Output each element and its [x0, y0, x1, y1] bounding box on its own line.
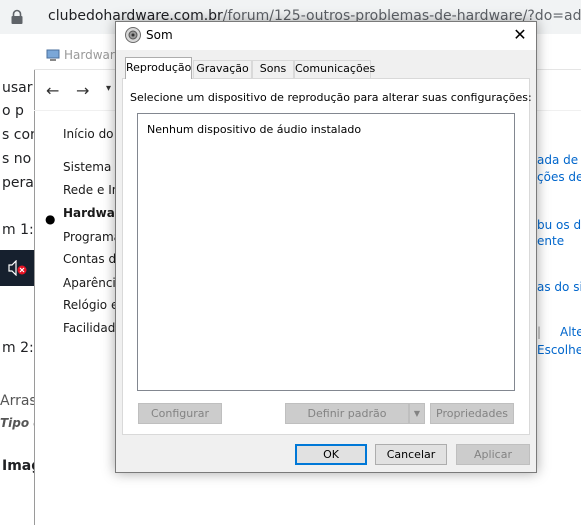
instruction-text: Selecione um dispositivo de reprodução p… [130, 91, 532, 104]
cp-link-fragment[interactable]: bu os dis [537, 218, 581, 232]
cp-nav-ease[interactable]: Facilidade [63, 321, 123, 335]
control-panel-title: Hardware [64, 48, 122, 62]
properties-button[interactable]: Propriedades [430, 403, 514, 424]
chevron-down-icon[interactable]: ▼ [409, 403, 425, 424]
speaker-icon [125, 27, 141, 43]
set-default-button[interactable]: Definir padrão [285, 403, 409, 424]
cancel-button[interactable]: Cancelar [375, 444, 447, 465]
speaker-muted-icon [8, 260, 27, 276]
close-icon[interactable]: ✕ [508, 24, 532, 46]
lock-icon [11, 9, 23, 24]
apply-button[interactable]: Aplicar [456, 444, 530, 465]
page-link-fragment[interactable]: p [15, 103, 24, 119]
separator: | [537, 325, 542, 339]
tab-playback[interactable]: Reprodução [125, 57, 192, 79]
page-text-fragment: m 1: [2, 222, 34, 238]
cp-link-fragment[interactable]: ada de in [537, 153, 581, 167]
device-list[interactable] [137, 113, 515, 391]
dialog-title: Som [146, 28, 173, 42]
tab-recording[interactable]: Gravação [193, 60, 252, 78]
forward-arrow-icon[interactable]: → [76, 81, 89, 100]
dialog-titlebar[interactable] [116, 22, 536, 50]
cp-link-fragment[interactable]: as do sist [537, 280, 581, 294]
tab-communications[interactable]: Comunicações [294, 60, 375, 78]
page-text-fragment: o p [2, 103, 24, 119]
tab-sounds[interactable]: Sons [252, 60, 294, 78]
active-bullet-icon: ● [45, 212, 56, 226]
cp-link-fragment[interactable]: Alte [560, 325, 581, 339]
hardware-icon [46, 49, 60, 61]
cp-link-fragment[interactable]: ções de in [537, 170, 581, 184]
page-text-fragment: m 2: [2, 340, 34, 356]
page-text-fragment: usar [2, 80, 33, 96]
cp-nav-clock[interactable]: Relógio e [63, 298, 118, 312]
cp-link-fragment[interactable]: ente [537, 234, 564, 248]
cp-link-fragment[interactable]: Escolher [537, 343, 581, 357]
chevron-down-icon[interactable]: ▾ [106, 83, 111, 94]
cp-nav-system[interactable]: Sistema e [63, 160, 123, 174]
empty-device-message: Nenhum dispositivo de áudio instalado [147, 123, 362, 136]
ok-button[interactable]: OK [295, 444, 367, 465]
back-arrow-icon[interactable]: ← [46, 81, 59, 100]
configure-button[interactable]: Configurar [138, 403, 222, 424]
cp-nav-programs[interactable]: Programa [63, 230, 121, 244]
